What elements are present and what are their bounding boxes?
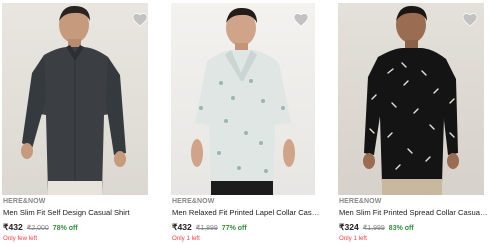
product-title[interactable]: Men Slim Fit Self Design Casual Shirt <box>3 208 153 217</box>
product-mrp: ₹2,000 <box>26 225 49 232</box>
product-title[interactable]: Men Relaxed Fit Printed Lapel Collar Cas… <box>172 208 322 217</box>
price-row: ₹432 ₹1,899 77% off <box>172 222 247 233</box>
product-grid: HERE&NOW Men Slim Fit Self Design Casual… <box>0 0 500 244</box>
stock-status: Only 1 left <box>339 235 367 242</box>
stock-status: Only 1 left <box>172 235 200 242</box>
product-discount: 78% off <box>52 225 78 232</box>
product-price: ₹432 <box>3 222 23 232</box>
product-mrp: ₹1,899 <box>195 225 218 232</box>
model-photo-black-printed-shirt <box>363 5 459 195</box>
product-card[interactable]: HERE&NOW Men Slim Fit Self Design Casual… <box>2 0 168 244</box>
model-photo-printed-shirt <box>191 7 295 195</box>
wishlist-heart-icon[interactable] <box>462 12 478 27</box>
product-price: ₹432 <box>172 222 192 232</box>
product-mrp: ₹1,999 <box>362 225 385 232</box>
product-discount: 77% off <box>221 225 247 232</box>
price-row: ₹432 ₹2,000 78% off <box>3 222 78 233</box>
product-brand: HERE&NOW <box>339 198 382 205</box>
product-image[interactable] <box>338 3 484 195</box>
product-title[interactable]: Men Slim Fit Printed Spread Collar Casua… <box>339 208 489 217</box>
model-photo-dark-shirt <box>21 5 126 195</box>
wishlist-heart-icon[interactable] <box>132 12 148 27</box>
product-price: ₹324 <box>339 222 359 232</box>
product-brand: HERE&NOW <box>172 198 215 205</box>
product-brand: HERE&NOW <box>3 198 46 205</box>
price-row: ₹324 ₹1,999 83% off <box>339 222 414 233</box>
product-card[interactable]: HERE&NOW Men Slim Fit Printed Spread Col… <box>338 0 500 244</box>
stock-status: Only few left <box>3 235 38 242</box>
product-card[interactable]: HERE&NOW Men Relaxed Fit Printed Lapel C… <box>171 0 337 244</box>
product-image[interactable] <box>2 3 148 195</box>
wishlist-heart-icon[interactable] <box>293 12 309 27</box>
product-discount: 83% off <box>388 225 414 232</box>
product-image[interactable] <box>171 3 315 195</box>
